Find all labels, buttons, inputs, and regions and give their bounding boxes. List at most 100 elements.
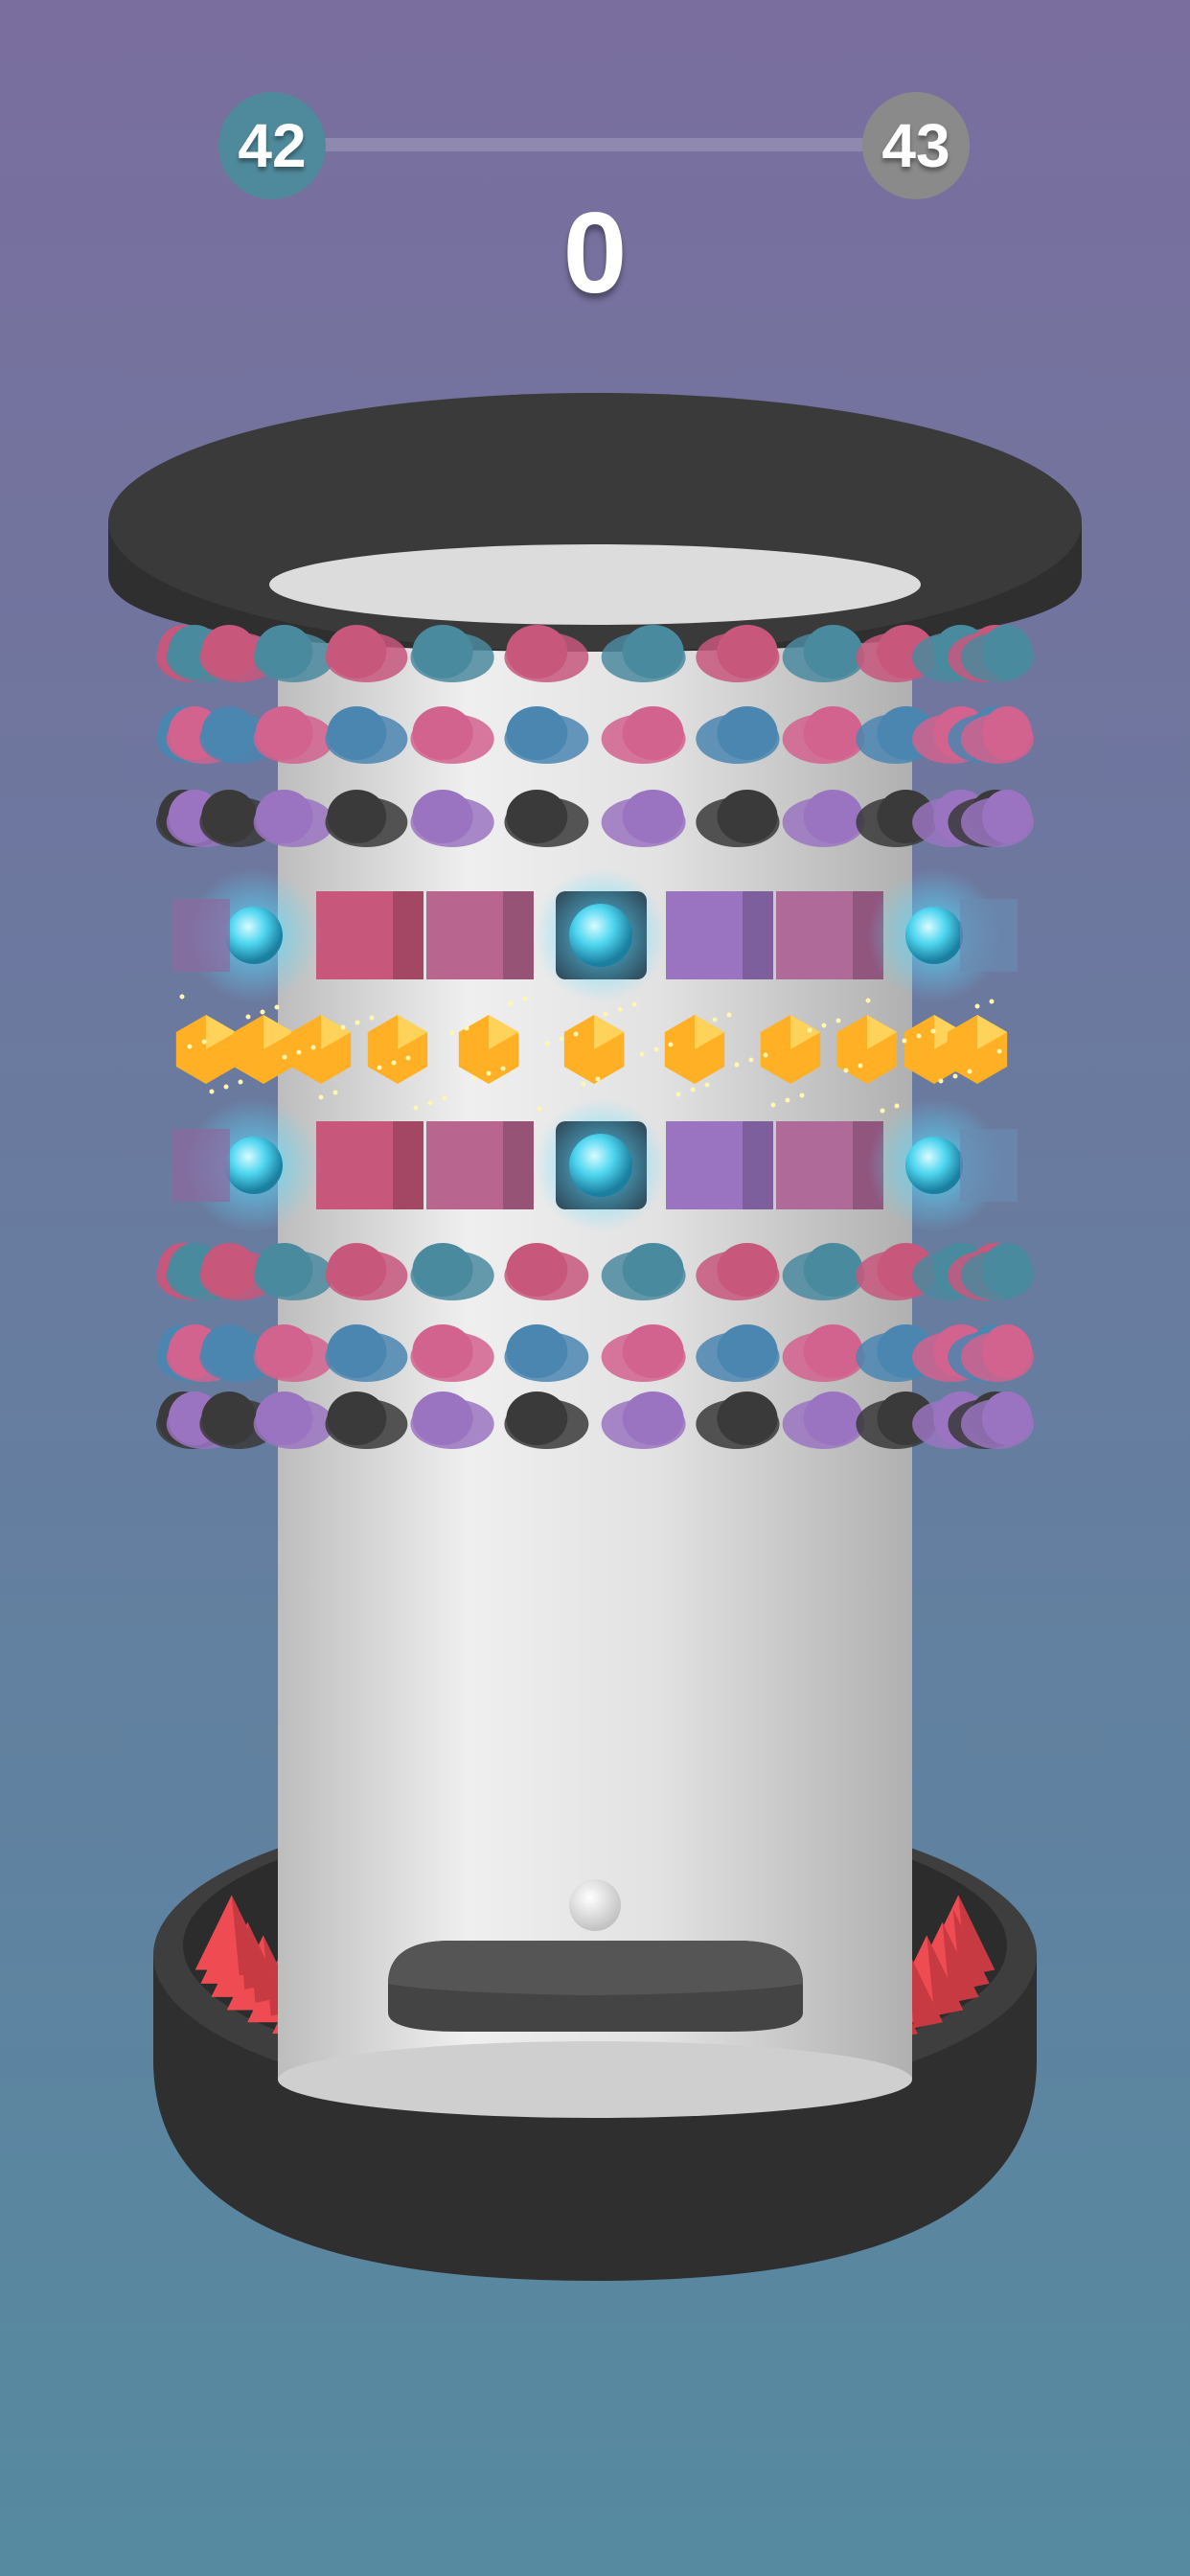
peg-cap [982, 1392, 1032, 1445]
peg-cap [327, 1243, 387, 1297]
peg-cap [717, 1243, 778, 1297]
peg-cap [717, 1392, 778, 1445]
sparkle [209, 1089, 215, 1094]
sparkle [603, 1011, 608, 1017]
sparkle [858, 1063, 863, 1069]
peg-cap [982, 790, 1032, 843]
sparkle [464, 1025, 469, 1031]
electric-orb [905, 907, 963, 964]
sparkle [391, 1060, 397, 1066]
sparkle [785, 1097, 790, 1103]
electric-orb [905, 1137, 963, 1194]
peg-cap [982, 1324, 1032, 1378]
block-shade [503, 1121, 534, 1209]
landing-platform [388, 1941, 803, 2032]
sparkle [668, 1042, 674, 1047]
peg-cap [803, 1243, 863, 1297]
peg-cap [255, 1392, 313, 1445]
sparkle [894, 1103, 900, 1109]
peg-cap [201, 1324, 257, 1378]
sparkle [340, 1024, 346, 1030]
sparkle [675, 1092, 681, 1097]
sparkle [573, 1031, 579, 1037]
block-shade [743, 1121, 773, 1209]
sparkle [369, 1015, 375, 1021]
peg-cap [327, 1324, 387, 1378]
peg-cap [717, 1324, 778, 1378]
sparkle [704, 1082, 710, 1088]
sparkle [690, 1087, 696, 1092]
peg-cap [803, 625, 863, 678]
peg-cap [327, 706, 387, 760]
sparkle [974, 1003, 980, 1009]
peg-cap [982, 706, 1032, 760]
peg-cap [506, 1392, 568, 1445]
player-ball [569, 1879, 621, 1931]
sparkle [179, 994, 185, 1000]
sparkle [522, 996, 528, 1001]
hud: 42 43 0 [0, 0, 1190, 345]
peg-cap [412, 1392, 473, 1445]
sparkle [581, 1081, 586, 1087]
peg-cap [622, 706, 684, 760]
electric-orb [225, 907, 283, 964]
game-scene[interactable] [0, 0, 1190, 2576]
peg-cap [803, 1392, 863, 1445]
peg-cap [622, 1392, 684, 1445]
sparkle [449, 1030, 455, 1036]
sparkle [318, 1094, 324, 1100]
electric-orb [225, 1137, 283, 1194]
sparkle [835, 1018, 841, 1024]
sparkle [989, 999, 995, 1004]
sparkle [763, 1052, 768, 1058]
peg-cap [622, 1324, 684, 1378]
top-cap [108, 393, 1082, 652]
peg-cap [803, 706, 863, 760]
sparkle [821, 1023, 827, 1028]
sparkle [260, 1009, 265, 1015]
peg-cap [412, 1324, 473, 1378]
peg-cap [717, 625, 778, 678]
peg-cap [201, 706, 257, 760]
sparkle [559, 1036, 564, 1042]
peg-cap [506, 1324, 568, 1378]
peg-cap [622, 790, 684, 843]
sparkle [902, 1038, 907, 1044]
peg-cap [803, 790, 863, 843]
peg-cap [506, 706, 568, 760]
block-shade [503, 891, 534, 979]
peg-cap [327, 625, 387, 678]
sparkle [595, 1076, 601, 1082]
sparkle [296, 1049, 302, 1055]
peg-cap [412, 706, 473, 760]
sparkle [537, 1106, 542, 1112]
score-counter: 0 [562, 189, 628, 317]
sparkle [508, 1000, 514, 1006]
sparkle [274, 1004, 280, 1010]
electric-orb [569, 904, 632, 967]
sparkle [427, 1100, 433, 1106]
peg-cap [803, 1324, 863, 1378]
sparkle [471, 1075, 477, 1081]
sparkle [880, 1108, 885, 1114]
sparkle [332, 1090, 338, 1095]
sparkle [967, 1069, 973, 1074]
sparkle [799, 1092, 805, 1098]
peg-cap [255, 1243, 313, 1297]
sparkle [748, 1057, 754, 1063]
peg-cap [506, 1243, 568, 1297]
sparkle [843, 1068, 849, 1073]
peg-cap [622, 1243, 684, 1297]
peg-cap [255, 706, 313, 760]
electric-orb [569, 1134, 632, 1197]
peg-cap [201, 625, 257, 678]
sparkle [442, 1095, 447, 1101]
peg-cap [717, 790, 778, 843]
peg-cap [201, 1392, 257, 1445]
peg-cap [622, 625, 684, 678]
next-level-badge: 43 [862, 92, 970, 199]
sparkle [282, 1054, 287, 1060]
peg-cap [506, 790, 568, 843]
sparkle [486, 1070, 492, 1076]
peg-cap [412, 790, 473, 843]
